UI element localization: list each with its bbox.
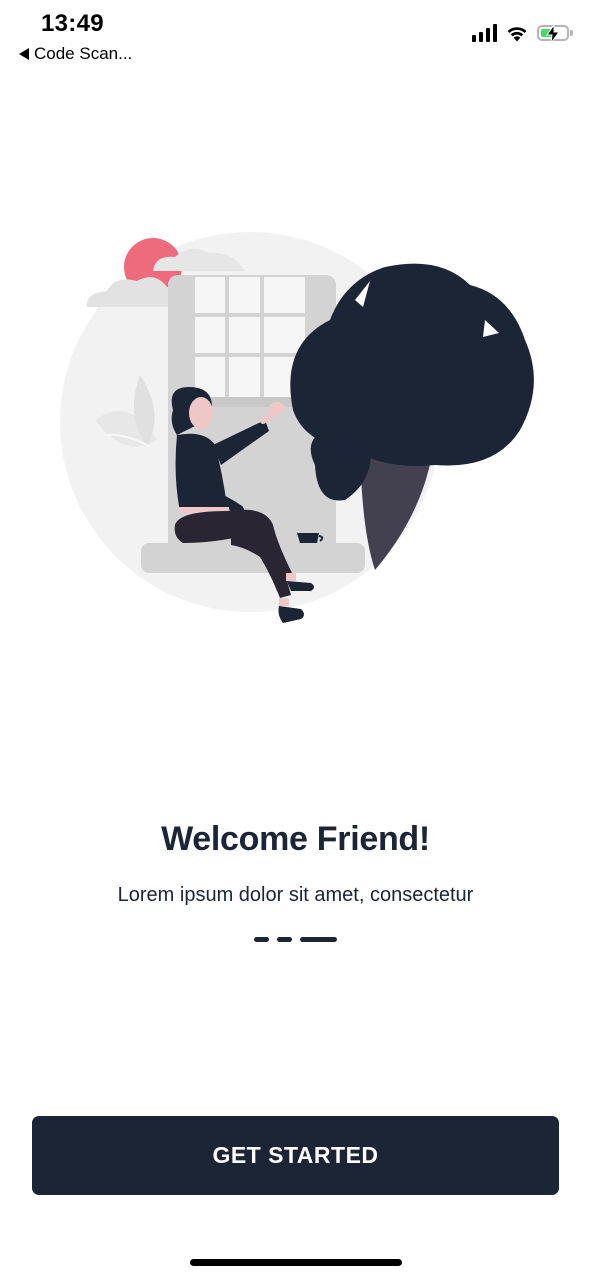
get-started-button[interactable]: GET STARTED <box>32 1116 559 1195</box>
battery-charging-icon <box>537 25 573 43</box>
page-indicator-dot-active[interactable] <box>300 937 337 942</box>
welcome-subtitle: Lorem ipsum dolor sit amet, consectetur <box>117 884 474 906</box>
home-indicator[interactable] <box>190 1259 402 1266</box>
status-icons <box>472 24 573 43</box>
page-indicator-dot[interactable] <box>277 937 292 942</box>
status-time: 13:49 <box>41 10 104 37</box>
welcome-illustration <box>60 232 534 623</box>
page-indicator <box>0 937 591 942</box>
back-to-app-link[interactable]: Code Scan... <box>19 44 132 64</box>
wifi-icon <box>507 27 527 42</box>
cellular-signal-icon <box>472 24 497 42</box>
back-app-label: Code Scan... <box>34 44 133 63</box>
page-indicator-dot[interactable] <box>254 937 269 942</box>
back-triangle-icon <box>19 48 29 60</box>
welcome-title: Welcome Friend! <box>161 820 430 858</box>
